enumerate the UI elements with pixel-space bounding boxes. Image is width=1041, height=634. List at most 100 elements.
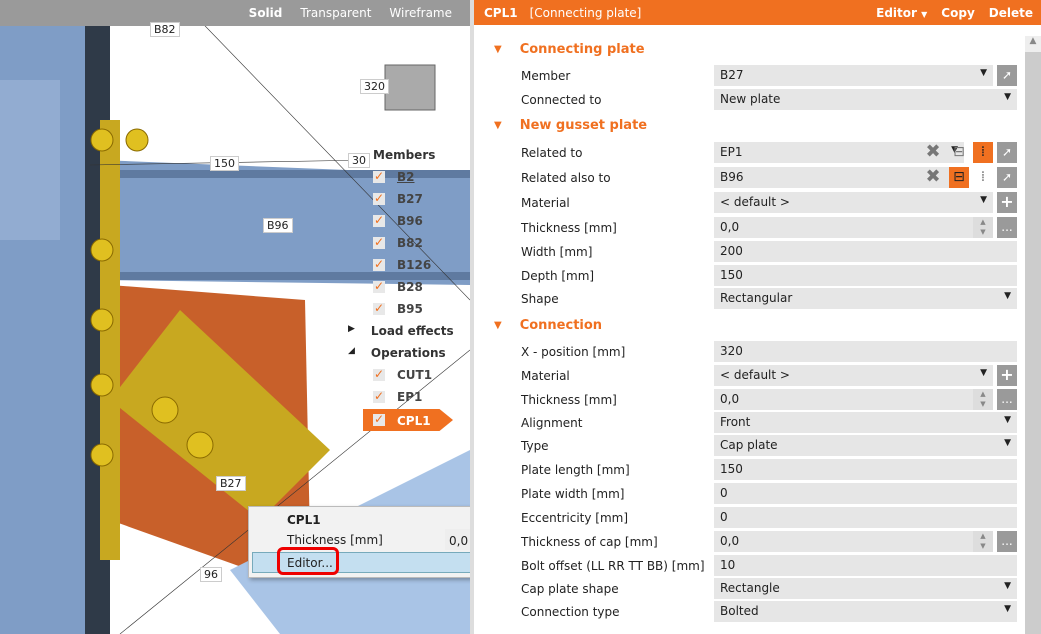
depth-input[interactable]: 150 <box>714 265 1017 286</box>
checkbox[interactable]: ✓ <box>373 258 385 271</box>
delete-button[interactable]: Delete <box>989 6 1033 20</box>
pick-cursor-button[interactable]: ➚ <box>997 65 1017 86</box>
mode-wireframe[interactable]: Wireframe <box>389 6 452 20</box>
cap_thickness-input[interactable]: 0,0 <box>714 531 993 552</box>
thickness2-label: Thickness [mm] <box>521 393 617 407</box>
tree-members-header[interactable]: Members <box>348 148 435 162</box>
connected_to-select[interactable]: New plate ▼ <box>714 89 1017 110</box>
view-mode-bar: Solid Transparent Wireframe <box>0 0 470 26</box>
section-new-gusset-plate[interactable]: ▼ New gusset plate <box>494 118 647 133</box>
checkbox[interactable]: ✓ <box>373 214 385 227</box>
shape-select[interactable]: Rectangular ▼ <box>714 288 1017 309</box>
cap_shape-label: Cap plate shape <box>521 582 619 596</box>
tree-item-member[interactable]: ✓ B27 <box>373 192 423 206</box>
row-related_also_to: Related also toB96▼➚✖⊟⁞ <box>521 167 1017 189</box>
xpos-input[interactable]: 320 <box>714 341 1017 362</box>
offset-label: Bolt offset (LL RR TT BB) [mm] <box>521 559 705 573</box>
vertical-plate-icon[interactable]: ⁞ <box>973 167 993 188</box>
width-input[interactable]: 200 <box>714 241 1017 262</box>
material2-label: Material <box>521 369 570 383</box>
row-conn_type: Connection type Bolted ▼ <box>521 601 1017 623</box>
plate_length-input[interactable]: 150 <box>714 459 1017 480</box>
tree-item-member[interactable]: ✓ B96 <box>373 214 423 228</box>
tree-item-member[interactable]: ✓ B95 <box>373 302 423 316</box>
panel-subtitle: [Connecting plate] <box>529 5 642 20</box>
plate_length-label: Plate length [mm] <box>521 463 630 477</box>
mode-solid[interactable]: Solid <box>249 6 283 20</box>
type-select[interactable]: Cap plate ▼ <box>714 435 1017 456</box>
checkbox[interactable]: ✓ <box>373 236 385 249</box>
chevron-down-icon: ▼ <box>1004 604 1011 614</box>
tree-item-member[interactable]: ✓ B2 <box>373 170 415 184</box>
cap_shape-select[interactable]: Rectangle ▼ <box>714 578 1017 599</box>
remove-icon[interactable]: ✖ <box>923 142 943 163</box>
pick-cursor-button[interactable]: ➚ <box>997 142 1017 163</box>
horizontal-plate-icon[interactable]: ⊟ <box>949 167 969 188</box>
row-cap_shape: Cap plate shape Rectangle ▼ <box>521 578 1017 600</box>
add-material-button[interactable]: + <box>997 192 1017 213</box>
material1-select[interactable]: < default > ▼ <box>714 192 993 213</box>
label-b96: B96 <box>263 218 293 233</box>
tree-item-member[interactable]: ✓ B126 <box>373 258 431 272</box>
depth-label: Depth [mm] <box>521 269 595 283</box>
row-eccentricity: Eccentricity [mm] 0 <box>521 507 1017 529</box>
chevron-down-icon: ▼ <box>1004 438 1011 448</box>
tree-item-member[interactable]: ✓ B82 <box>373 236 423 250</box>
context-popup: CPL1 Thickness [mm] 0,0 ▲▼ ... Editor... <box>248 506 470 578</box>
tree-load-effects[interactable]: ▶ Load effects <box>348 324 454 338</box>
checkbox[interactable]: ✓ <box>373 280 385 293</box>
editor-menu[interactable]: Editor ▼ <box>876 6 927 20</box>
tree-item-cpl1[interactable]: ✓ CPL1 <box>363 409 453 431</box>
more-button[interactable]: ... <box>997 531 1017 552</box>
xpos-label: X - position [mm] <box>521 345 626 359</box>
pick-cursor-button[interactable]: ➚ <box>997 167 1017 188</box>
tree-item-member[interactable]: ✓ B28 <box>373 280 423 294</box>
vertical-plate-icon[interactable]: ⁞ <box>973 142 993 163</box>
checkbox[interactable]: ✓ <box>373 170 385 183</box>
width-label: Width [mm] <box>521 245 593 259</box>
tree-item-ep1[interactable]: ✓ EP1 <box>373 390 422 404</box>
material1-label: Material <box>521 196 570 210</box>
type-label: Type <box>521 439 549 453</box>
section-connecting-plate[interactable]: ▼ Connecting plate <box>494 42 645 57</box>
row-connected_to: Connected to New plate ▼ <box>521 89 1017 111</box>
offset-input[interactable]: 10 <box>714 555 1017 576</box>
copy-button[interactable]: Copy <box>941 6 974 20</box>
more-button[interactable]: ... <box>997 217 1017 238</box>
section-connection[interactable]: ▼ Connection <box>494 318 602 333</box>
alignment-select[interactable]: Front ▼ <box>714 412 1017 433</box>
member-select[interactable]: B27 ▼ <box>714 65 993 86</box>
popup-thickness-input[interactable]: 0,0 <box>445 529 470 550</box>
tree-item-cut1[interactable]: ✓ CUT1 <box>373 368 432 382</box>
dim-320: 320 <box>360 79 389 94</box>
chevron-down-icon: ▼ <box>1004 415 1011 425</box>
checkbox[interactable]: ✓ <box>373 302 385 315</box>
row-thickness2: Thickness [mm] 0,0 ▲ ▼... <box>521 389 1017 411</box>
row-plate_length: Plate length [mm] 150 <box>521 459 1017 481</box>
popup-editor-item[interactable]: Editor... <box>252 547 470 575</box>
horizontal-plate-icon[interactable]: ⊟ <box>949 142 969 163</box>
checkbox[interactable]: ✓ <box>373 192 385 205</box>
remove-icon[interactable]: ✖ <box>923 167 943 188</box>
add-material-button[interactable]: + <box>997 365 1017 386</box>
spinner[interactable]: ▲ ▼ <box>973 217 993 238</box>
label-b27: B27 <box>216 476 246 491</box>
mode-transparent[interactable]: Transparent <box>300 6 371 20</box>
scrollbar[interactable]: ▲ <box>1025 36 1041 634</box>
plate_width-input[interactable]: 0 <box>714 483 1017 504</box>
3d-viewport[interactable]: Solid Transparent Wireframe B82 320 150 … <box>0 0 470 634</box>
eccentricity-input[interactable]: 0 <box>714 507 1017 528</box>
more-button[interactable]: ... <box>997 389 1017 410</box>
tree-operations[interactable]: ◢ Operations <box>348 346 446 360</box>
spinner[interactable]: ▲ ▼ <box>973 389 993 410</box>
thickness2-input[interactable]: 0,0 <box>714 389 993 410</box>
material2-select[interactable]: < default > ▼ <box>714 365 993 386</box>
spinner[interactable]: ▲ ▼ <box>973 531 993 552</box>
row-shape: Shape Rectangular ▼ <box>521 288 1017 310</box>
cap_thickness-label: Thickness of cap [mm] <box>521 535 658 549</box>
row-xpos: X - position [mm] 320 <box>521 341 1017 363</box>
conn_type-select[interactable]: Bolted ▼ <box>714 601 1017 622</box>
dim-150: 150 <box>210 156 239 171</box>
conn_type-label: Connection type <box>521 605 620 619</box>
thickness1-input[interactable]: 0,0 <box>714 217 993 238</box>
